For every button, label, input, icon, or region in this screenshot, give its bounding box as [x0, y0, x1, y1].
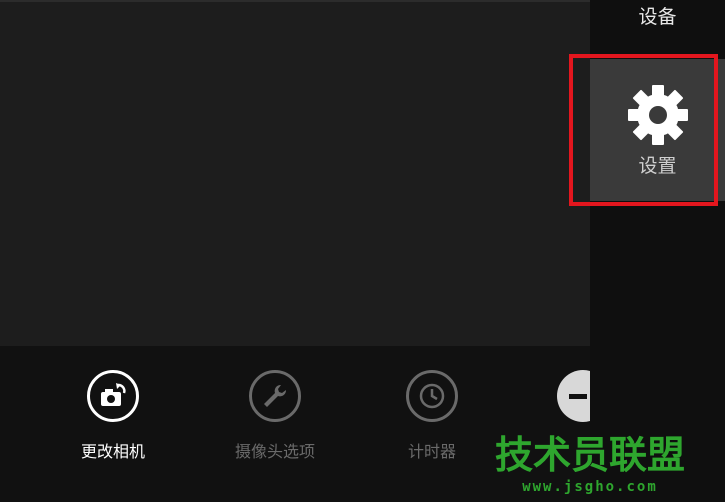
camera-options-icon-circle [249, 370, 301, 422]
camera-options-button[interactable]: 摄像头选项 [205, 370, 345, 470]
watermark: 技术员联盟 www.jsgho.com [495, 433, 685, 499]
change-camera-icon-circle [87, 370, 139, 422]
camera-preview-area [0, 2, 590, 346]
watermark-text: 技术员联盟 [495, 433, 686, 477]
timer-icon-circle [406, 370, 458, 422]
camera-options-label: 摄像头选项 [234, 442, 315, 461]
devices-charm-label[interactable]: 设备 [590, 2, 725, 29]
video-mode-glyph [569, 394, 587, 399]
settings-charm-label: 设置 [638, 155, 677, 177]
gear-icon [628, 85, 688, 145]
video-mode-button[interactable] [557, 370, 590, 422]
clock-icon [419, 383, 445, 409]
timer-button[interactable]: 计时器 [362, 370, 502, 470]
change-camera-label: 更改相机 [80, 442, 145, 461]
watermark-url: www.jsgho.com [522, 479, 658, 495]
timer-label: 计时器 [407, 442, 456, 461]
change-camera-button[interactable]: 更改相机 [43, 370, 183, 470]
settings-charm-button[interactable]: 设置 [590, 59, 725, 201]
camera-switch-icon [101, 383, 126, 406]
charm-bar: 设备 设置 [590, 0, 725, 502]
wrench-icon [264, 384, 287, 407]
